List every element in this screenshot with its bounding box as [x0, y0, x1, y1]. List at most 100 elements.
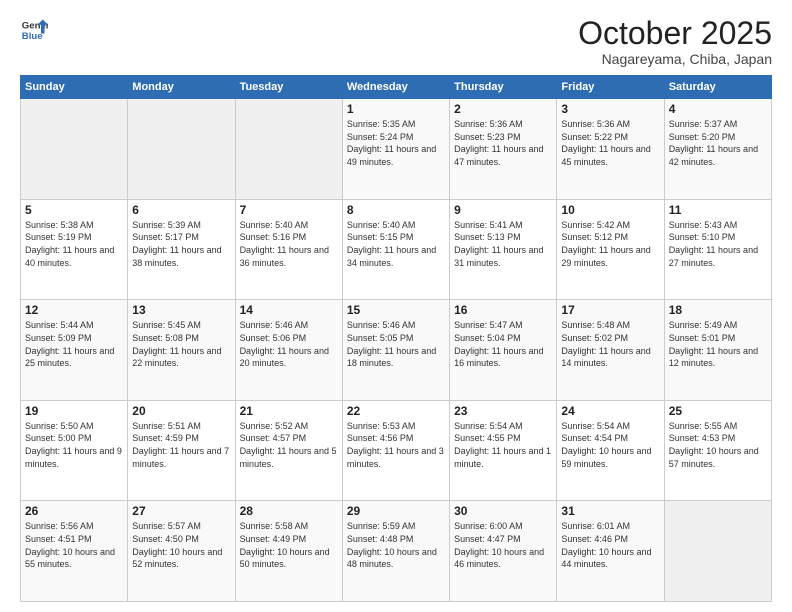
day-info: Sunrise: 5:36 AM Sunset: 5:22 PM Dayligh… — [561, 118, 659, 168]
week-row-2: 12Sunrise: 5:44 AM Sunset: 5:09 PM Dayli… — [21, 300, 772, 401]
table-row: 30 Sunrise: 6:00 AM Sunset: 4:47 PM Dayli… — [450, 501, 557, 602]
day-info: Sunrise: 5:42 AM Sunset: 5:12 PM Dayligh… — [561, 219, 659, 269]
day-number: 7 — [240, 203, 338, 217]
col-tuesday: Tuesday — [235, 76, 342, 99]
day-info: Sunrise: 5:40 AM Sunset: 5:16 PM Dayligh… — [240, 219, 338, 269]
table-row: 13Sunrise: 5:45 AM Sunset: 5:08 PM Dayli… — [128, 300, 235, 401]
table-row: 10Sunrise: 5:42 AM Sunset: 5:12 PM Dayli… — [557, 199, 664, 300]
day-number: 24 — [561, 404, 659, 418]
location: Nagareyama, Chiba, Japan — [578, 51, 772, 67]
week-row-3: 19Sunrise: 5:50 AM Sunset: 5:00 PM Dayli… — [21, 400, 772, 501]
day-number: 4 — [669, 102, 767, 116]
table-row: 3 Sunrise: 5:36 AM Sunset: 5:22 PM Daylig… — [557, 99, 664, 200]
col-wednesday: Wednesday — [342, 76, 449, 99]
day-info: Sunrise: 6:01 AM Sunset: 4:46 PM Dayligh… — [561, 520, 659, 570]
day-info: Sunrise: 5:52 AM Sunset: 4:57 PM Dayligh… — [240, 420, 338, 470]
day-number: 25 — [669, 404, 767, 418]
day-info: Sunrise: 5:54 AM Sunset: 4:54 PM Dayligh… — [561, 420, 659, 470]
table-row — [21, 99, 128, 200]
day-number: 20 — [132, 404, 230, 418]
table-row: 4 Sunrise: 5:37 AM Sunset: 5:20 PM Daylig… — [664, 99, 771, 200]
week-row-0: 1 Sunrise: 5:35 AM Sunset: 5:24 PM Daylig… — [21, 99, 772, 200]
day-info: Sunrise: 5:51 AM Sunset: 4:59 PM Dayligh… — [132, 420, 230, 470]
table-row: 21Sunrise: 5:52 AM Sunset: 4:57 PM Dayli… — [235, 400, 342, 501]
table-row: 15 Sunrise: 5:46 AM Sunset: 5:05 PM Dayli… — [342, 300, 449, 401]
table-row: 20 Sunrise: 5:51 AM Sunset: 4:59 PM Dayli… — [128, 400, 235, 501]
day-info: Sunrise: 5:59 AM Sunset: 4:48 PM Dayligh… — [347, 520, 445, 570]
table-row: 16Sunrise: 5:47 AM Sunset: 5:04 PM Dayli… — [450, 300, 557, 401]
day-info: Sunrise: 5:37 AM Sunset: 5:20 PM Dayligh… — [669, 118, 767, 168]
day-info: Sunrise: 5:57 AM Sunset: 4:50 PM Dayligh… — [132, 520, 230, 570]
table-row — [235, 99, 342, 200]
calendar: Sunday Monday Tuesday Wednesday Thursday… — [20, 75, 772, 602]
col-friday: Friday — [557, 76, 664, 99]
day-info: Sunrise: 5:58 AM Sunset: 4:49 PM Dayligh… — [240, 520, 338, 570]
month-title: October 2025 — [578, 16, 772, 51]
day-number: 3 — [561, 102, 659, 116]
table-row: 2 Sunrise: 5:36 AM Sunset: 5:23 PM Daylig… — [450, 99, 557, 200]
day-number: 31 — [561, 504, 659, 518]
day-number: 1 — [347, 102, 445, 116]
table-row — [128, 99, 235, 200]
day-number: 30 — [454, 504, 552, 518]
table-row: 1 Sunrise: 5:35 AM Sunset: 5:24 PM Daylig… — [342, 99, 449, 200]
table-row: 7 Sunrise: 5:40 AM Sunset: 5:16 PM Daylig… — [235, 199, 342, 300]
week-row-4: 26Sunrise: 5:56 AM Sunset: 4:51 PM Dayli… — [21, 501, 772, 602]
svg-text:Blue: Blue — [22, 31, 43, 42]
table-row: 25 Sunrise: 5:55 AM Sunset: 4:53 PM Dayli… — [664, 400, 771, 501]
day-info: Sunrise: 5:40 AM Sunset: 5:15 PM Dayligh… — [347, 219, 445, 269]
day-info: Sunrise: 5:36 AM Sunset: 5:23 PM Dayligh… — [454, 118, 552, 168]
day-number: 17 — [561, 303, 659, 317]
week-row-1: 5 Sunrise: 5:38 AM Sunset: 5:19 PM Daylig… — [21, 199, 772, 300]
table-row: 26Sunrise: 5:56 AM Sunset: 4:51 PM Dayli… — [21, 501, 128, 602]
day-info: Sunrise: 5:56 AM Sunset: 4:51 PM Dayligh… — [25, 520, 123, 570]
table-row: 14 Sunrise: 5:46 AM Sunset: 5:06 PM Dayli… — [235, 300, 342, 401]
day-info: Sunrise: 5:46 AM Sunset: 5:05 PM Dayligh… — [347, 319, 445, 369]
day-info: Sunrise: 5:49 AM Sunset: 5:01 PM Dayligh… — [669, 319, 767, 369]
day-info: Sunrise: 5:35 AM Sunset: 5:24 PM Dayligh… — [347, 118, 445, 168]
day-number: 6 — [132, 203, 230, 217]
table-row: 5 Sunrise: 5:38 AM Sunset: 5:19 PM Daylig… — [21, 199, 128, 300]
table-row: 22Sunrise: 5:53 AM Sunset: 4:56 PM Dayli… — [342, 400, 449, 501]
table-row: 9 Sunrise: 5:41 AM Sunset: 5:13 PM Daylig… — [450, 199, 557, 300]
day-info: Sunrise: 6:00 AM Sunset: 4:47 PM Dayligh… — [454, 520, 552, 570]
table-row — [664, 501, 771, 602]
day-number: 8 — [347, 203, 445, 217]
header-row: Sunday Monday Tuesday Wednesday Thursday… — [21, 76, 772, 99]
header: General Blue October 2025 Nagareyama, Ch… — [20, 16, 772, 67]
day-number: 18 — [669, 303, 767, 317]
table-row: 31 Sunrise: 6:01 AM Sunset: 4:46 PM Dayli… — [557, 501, 664, 602]
table-row: 17Sunrise: 5:48 AM Sunset: 5:02 PM Dayli… — [557, 300, 664, 401]
day-number: 5 — [25, 203, 123, 217]
table-row: 11 Sunrise: 5:43 AM Sunset: 5:10 PM Dayli… — [664, 199, 771, 300]
table-row: 19Sunrise: 5:50 AM Sunset: 5:00 PM Dayli… — [21, 400, 128, 501]
day-number: 9 — [454, 203, 552, 217]
day-info: Sunrise: 5:54 AM Sunset: 4:55 PM Dayligh… — [454, 420, 552, 470]
day-number: 11 — [669, 203, 767, 217]
day-number: 12 — [25, 303, 123, 317]
day-number: 28 — [240, 504, 338, 518]
table-row: 12Sunrise: 5:44 AM Sunset: 5:09 PM Dayli… — [21, 300, 128, 401]
day-info: Sunrise: 5:46 AM Sunset: 5:06 PM Dayligh… — [240, 319, 338, 369]
day-info: Sunrise: 5:41 AM Sunset: 5:13 PM Dayligh… — [454, 219, 552, 269]
col-thursday: Thursday — [450, 76, 557, 99]
day-number: 16 — [454, 303, 552, 317]
col-saturday: Saturday — [664, 76, 771, 99]
table-row: 6Sunrise: 5:39 AM Sunset: 5:17 PM Daylig… — [128, 199, 235, 300]
day-number: 27 — [132, 504, 230, 518]
day-number: 2 — [454, 102, 552, 116]
day-number: 14 — [240, 303, 338, 317]
day-number: 23 — [454, 404, 552, 418]
table-row: 29 Sunrise: 5:59 AM Sunset: 4:48 PM Dayli… — [342, 501, 449, 602]
day-info: Sunrise: 5:38 AM Sunset: 5:19 PM Dayligh… — [25, 219, 123, 269]
day-info: Sunrise: 5:53 AM Sunset: 4:56 PM Dayligh… — [347, 420, 445, 470]
day-number: 29 — [347, 504, 445, 518]
table-row: 18 Sunrise: 5:49 AM Sunset: 5:01 PM Dayli… — [664, 300, 771, 401]
table-row: 28 Sunrise: 5:58 AM Sunset: 4:49 PM Dayli… — [235, 501, 342, 602]
logo: General Blue — [20, 16, 48, 44]
day-number: 15 — [347, 303, 445, 317]
table-row: 24 Sunrise: 5:54 AM Sunset: 4:54 PM Dayli… — [557, 400, 664, 501]
day-info: Sunrise: 5:43 AM Sunset: 5:10 PM Dayligh… — [669, 219, 767, 269]
day-info: Sunrise: 5:55 AM Sunset: 4:53 PM Dayligh… — [669, 420, 767, 470]
day-info: Sunrise: 5:45 AM Sunset: 5:08 PM Dayligh… — [132, 319, 230, 369]
